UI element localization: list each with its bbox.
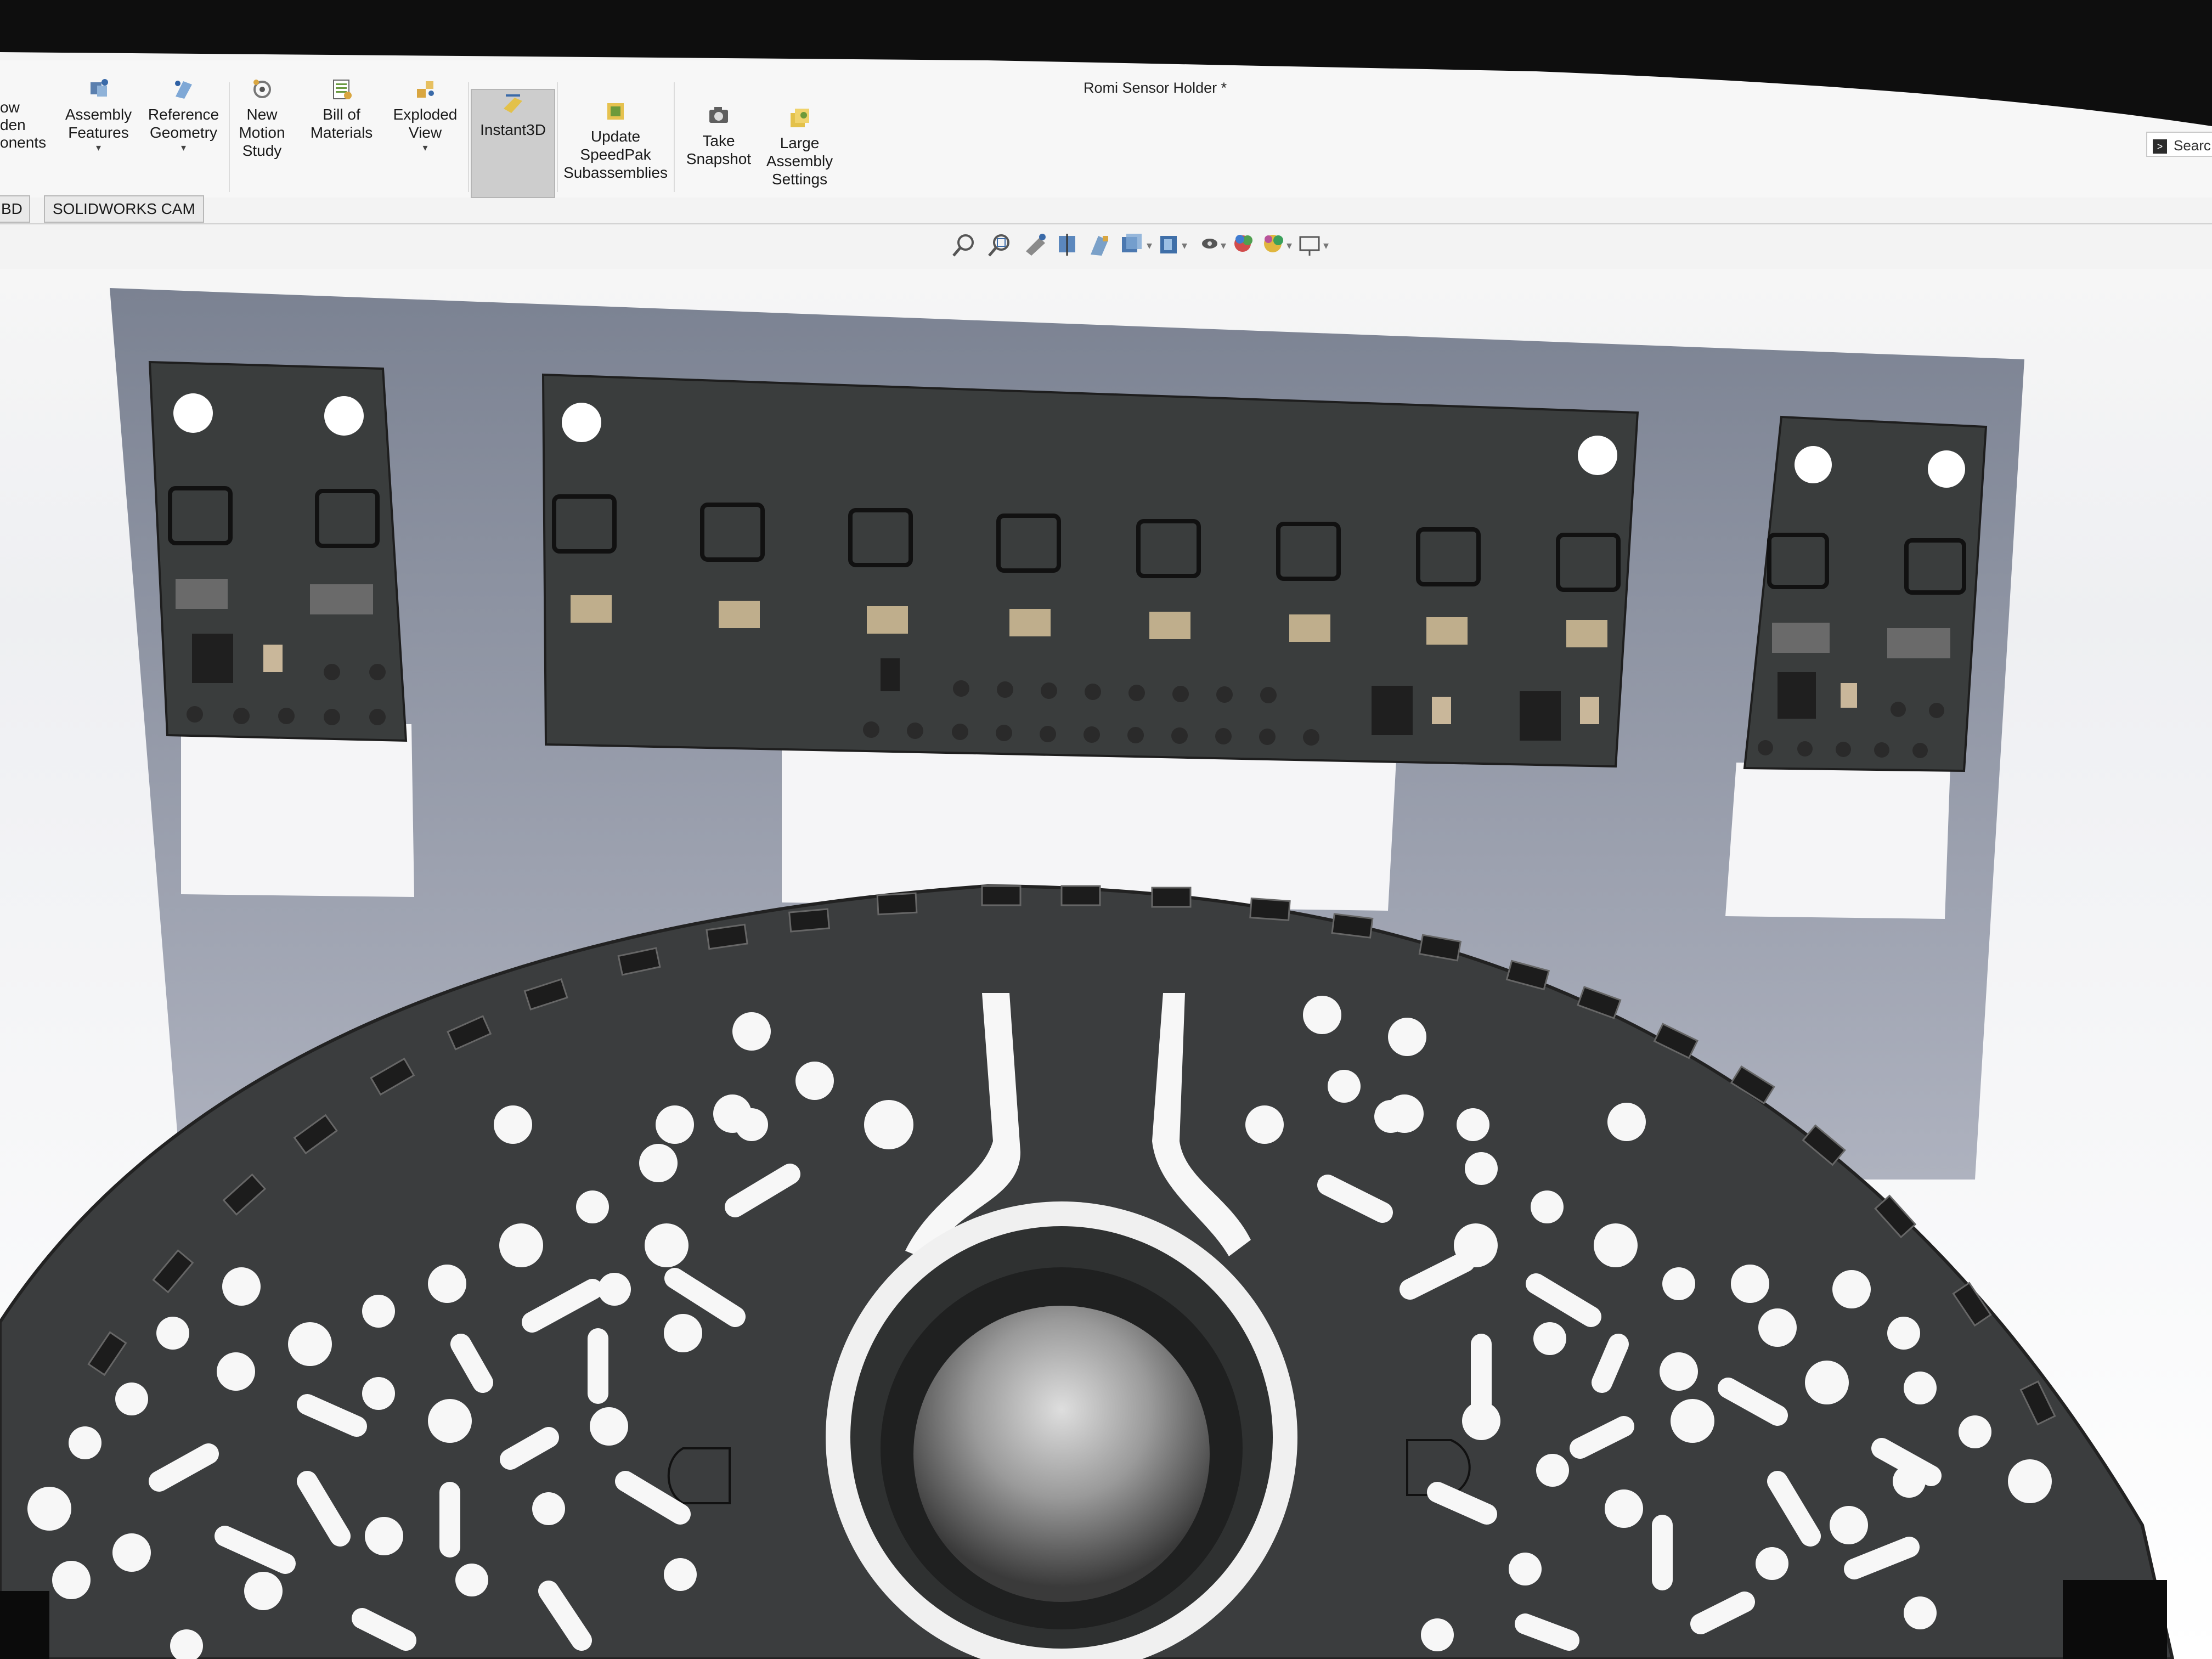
ribbon-separator [229, 82, 230, 192]
zoom-area-icon[interactable] [988, 234, 1009, 257]
instant3d-label: Instant3D [480, 121, 546, 138]
svg-text:▾: ▾ [1323, 240, 1329, 252]
display-style-icon[interactable] [1160, 236, 1177, 253]
speedpak-icon [607, 103, 624, 120]
holder-pocket-right [1725, 763, 1950, 919]
graphics-viewport[interactable] [0, 269, 2212, 1659]
previous-view-icon[interactable] [1026, 234, 1046, 256]
view-settings-icon[interactable] [1299, 236, 1320, 256]
update-speedpak-label: Update SpeedPak Subassemblies [563, 128, 668, 181]
search-icon: > [2153, 139, 2167, 154]
heads-up-view-toolbar: ▾ ▾ ▾ ▾ ▾ [952, 234, 1329, 257]
chevron-down-icon[interactable]: ▾ [61, 142, 136, 154]
exploded-view-icon [417, 81, 434, 98]
bill-of-materials-icon [332, 80, 352, 99]
large-assembly-icon [790, 109, 809, 127]
chevron-down-icon[interactable]: ▾ [144, 142, 223, 154]
svg-text:▾: ▾ [1286, 240, 1292, 252]
ribbon-separator [674, 82, 675, 192]
instant3d-icon [504, 94, 522, 113]
exploded-view-label: Exploded View [393, 106, 458, 141]
edit-appearance-icon[interactable] [1234, 235, 1252, 252]
sensor-board-center[interactable] [541, 373, 1639, 768]
instant3d-button[interactable]: Instant3D [471, 89, 555, 198]
svg-text:▾: ▾ [1221, 240, 1226, 252]
svg-text:▾: ▾ [1182, 240, 1187, 252]
new-motion-study-label: New Motion Study [239, 106, 285, 159]
assembly-features-button[interactable]: Assembly Features ▾ [61, 77, 136, 154]
reference-geometry-icon [174, 81, 192, 99]
take-snapshot-button[interactable]: Take Snapshot [680, 103, 757, 168]
view-orientation-icon[interactable] [1122, 234, 1142, 252]
tab-mbd[interactable]: BD [0, 195, 30, 223]
section-view-icon[interactable] [1059, 234, 1075, 256]
large-assembly-settings-button[interactable]: Large Assembly Settings [763, 105, 837, 188]
zoom-to-fit-icon[interactable] [952, 234, 974, 257]
assembly-features-icon [90, 79, 108, 97]
apply-scene-icon[interactable] [1264, 235, 1283, 252]
chevron-down-icon[interactable]: ▾ [387, 142, 464, 154]
search-placeholder: Searc [2174, 137, 2211, 154]
tab-solidworks-cam[interactable]: SOLIDWORKS CAM [44, 195, 204, 223]
exploded-view-button[interactable]: Exploded View ▾ [387, 77, 464, 154]
sensor-board-right[interactable] [1743, 415, 1988, 772]
assembly-features-label: Assembly Features [65, 106, 132, 141]
hide-show-icon[interactable] [1202, 239, 1217, 249]
solidworks-window: ow den onents Assembly Features ▾ Refere… [0, 0, 2212, 1659]
document-title: Romi Sensor Holder * [1084, 80, 1227, 96]
ball-caster [913, 1306, 1210, 1602]
ribbon-separator [468, 82, 469, 192]
bill-of-materials-label: Bill of Materials [310, 106, 373, 141]
update-speedpak-button[interactable]: Update SpeedPak Subassemblies [561, 99, 670, 182]
ribbon-separator [557, 82, 558, 192]
svg-text:▾: ▾ [1147, 240, 1152, 252]
new-motion-study-button[interactable]: New Motion Study [233, 77, 291, 160]
reference-geometry-button[interactable]: Reference Geometry ▾ [144, 77, 223, 154]
search-box[interactable]: > Searc [2146, 132, 2212, 157]
holder-pocket-left [181, 724, 414, 897]
dynamic-annotation-icon[interactable] [1091, 236, 1108, 256]
command-manager-tabs: BD SOLIDWORKS CAM [0, 193, 2212, 224]
bill-of-materials-button[interactable]: Bill of Materials [304, 77, 379, 142]
reference-geometry-label: Reference Geometry [148, 106, 219, 141]
large-assembly-settings-label: Large Assembly Settings [766, 134, 833, 188]
hidden-components-button[interactable]: ow den onents [0, 99, 49, 151]
take-snapshot-label: Take Snapshot [686, 132, 752, 167]
snapshot-icon [709, 107, 728, 123]
sensor-board-left[interactable] [148, 360, 408, 742]
motion-study-icon [253, 80, 271, 98]
